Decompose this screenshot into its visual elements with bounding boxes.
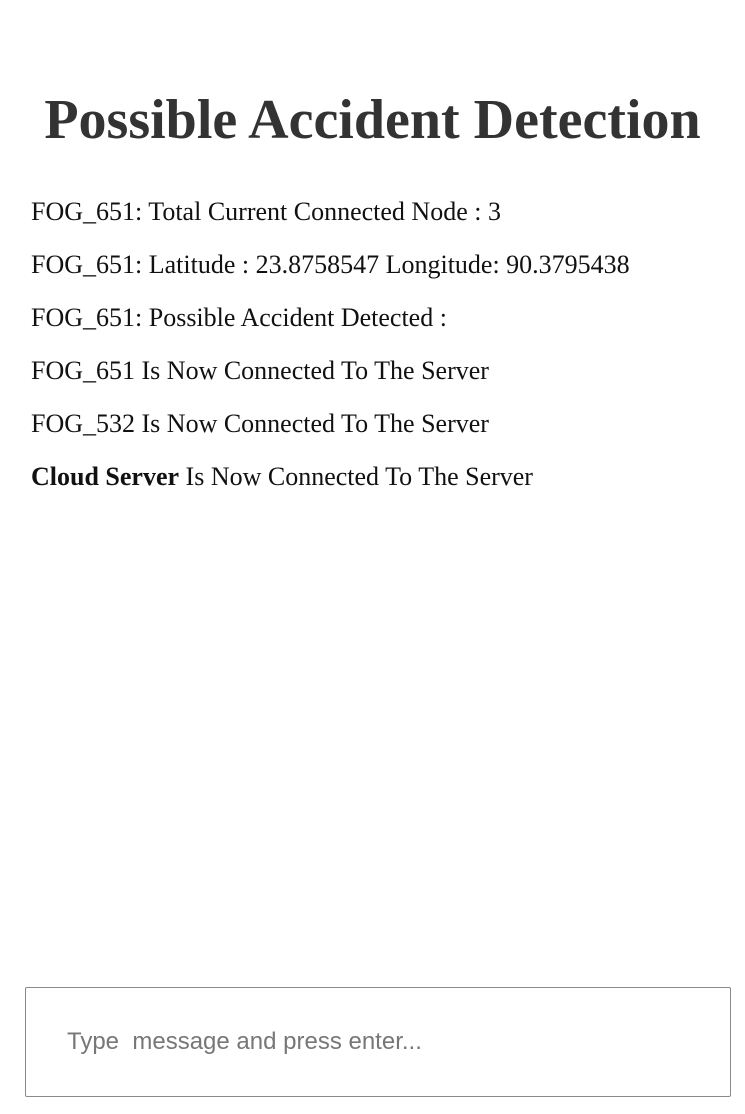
message-text: FOG_651: Latitude : 23.8758547 Longitude…: [31, 250, 630, 279]
message-item: FOG_532 Is Now Connected To The Server: [31, 407, 631, 441]
page-title: Possible Accident Detection: [44, 89, 701, 151]
message-item: Cloud Server Is Now Connected To The Ser…: [31, 460, 631, 494]
message-text: FOG_651: Total Current Connected Node : …: [31, 197, 501, 226]
message-text: FOG_651 Is Now Connected To The Server: [31, 356, 489, 385]
message-item: FOG_651: Possible Accident Detected :: [31, 301, 631, 335]
message-list: FOG_651: Total Current Connected Node : …: [31, 195, 631, 513]
message-text: FOG_532 Is Now Connected To The Server: [31, 409, 489, 438]
message-sender: Cloud Server: [31, 462, 180, 491]
message-item: FOG_651 Is Now Connected To The Server: [31, 354, 631, 388]
message-input[interactable]: [26, 988, 730, 1096]
message-text: FOG_651: Possible Accident Detected :: [31, 303, 447, 332]
message-composer: [25, 987, 731, 1097]
message-text: Is Now Connected To The Server: [179, 462, 533, 491]
message-item: FOG_651: Latitude : 23.8758547 Longitude…: [31, 248, 631, 282]
message-item: FOG_651: Total Current Connected Node : …: [31, 195, 631, 229]
